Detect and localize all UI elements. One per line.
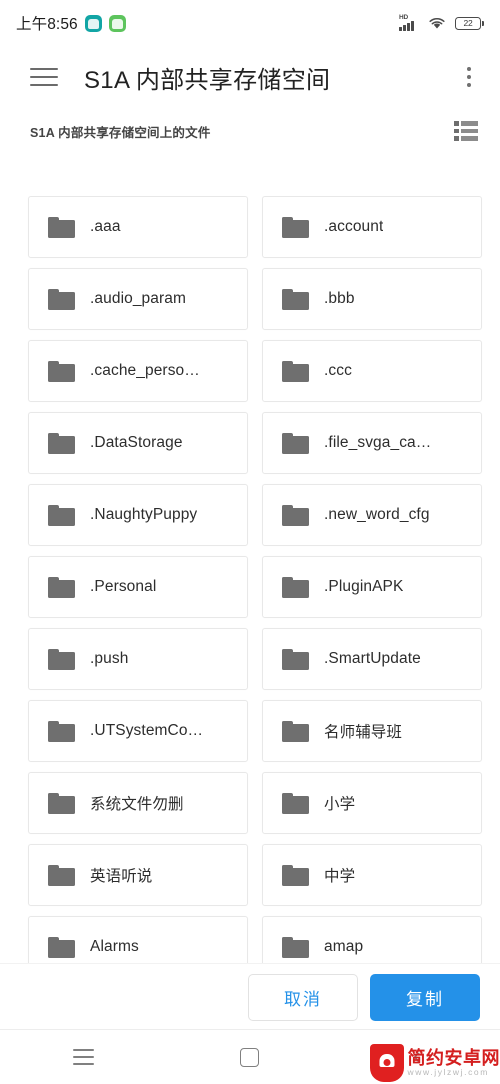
file-name: .ccc bbox=[324, 362, 352, 379]
status-bar-right: HD 22 bbox=[399, 13, 484, 31]
folder-icon bbox=[282, 864, 309, 886]
home-icon bbox=[240, 1047, 260, 1067]
file-name: 小学 bbox=[324, 796, 356, 813]
folder-icon bbox=[282, 576, 309, 598]
hamburger-menu-icon[interactable] bbox=[30, 66, 58, 88]
folder-icon bbox=[282, 504, 309, 526]
signal-hd-label: HD bbox=[399, 13, 408, 21]
folder-icon bbox=[48, 864, 75, 886]
app-bar: S1A 内部共享存储空间 bbox=[0, 46, 500, 108]
signal-bars bbox=[399, 20, 414, 31]
file-name: .cache_perso… bbox=[90, 362, 200, 379]
file-name: 名师辅导班 bbox=[324, 724, 403, 741]
file-name: .push bbox=[90, 650, 129, 667]
battery-cap bbox=[482, 20, 484, 26]
file-card[interactable]: .new_word_cfg bbox=[262, 484, 482, 546]
folder-icon bbox=[48, 936, 75, 958]
file-grid: .aaa .account .audio_param .bbb .cache_perso… bbox=[0, 196, 500, 963]
copy-button[interactable]: 复制 bbox=[370, 973, 480, 1021]
sub-header-title: S1A 内部共享存储空间上的文件 bbox=[30, 125, 211, 140]
status-bar-left: 上午8:56 bbox=[16, 12, 399, 34]
home-button[interactable] bbox=[167, 1030, 334, 1084]
folder-icon bbox=[282, 432, 309, 454]
folder-icon bbox=[282, 288, 309, 310]
file-card[interactable]: .SmartUpdate bbox=[262, 628, 482, 690]
file-name: .PluginAPK bbox=[324, 578, 404, 595]
file-card[interactable]: .bbb bbox=[262, 268, 482, 330]
folder-icon bbox=[282, 216, 309, 238]
folder-icon bbox=[48, 648, 75, 670]
file-card[interactable]: .DataStorage bbox=[28, 412, 248, 474]
file-card[interactable]: .cache_perso… bbox=[28, 340, 248, 402]
folder-icon bbox=[48, 288, 75, 310]
file-name: .aaa bbox=[90, 218, 121, 235]
file-card[interactable]: 名师辅导班 bbox=[262, 700, 482, 762]
file-card[interactable]: .ccc bbox=[262, 340, 482, 402]
file-name: .audio_param bbox=[90, 290, 186, 307]
wifi-icon bbox=[428, 16, 446, 30]
file-name: .new_word_cfg bbox=[324, 506, 430, 523]
back-icon: ‹ bbox=[412, 1043, 421, 1068]
file-grid-scroll-area[interactable]: .aaa .account .audio_param .bbb .cache_perso… bbox=[0, 196, 500, 963]
file-card[interactable]: .file_svga_ca… bbox=[262, 412, 482, 474]
folder-icon bbox=[48, 504, 75, 526]
cancel-button[interactable]: 取消 bbox=[248, 973, 358, 1021]
file-name: .file_svga_ca… bbox=[324, 434, 432, 451]
file-card[interactable]: 系统文件勿删 bbox=[28, 772, 248, 834]
battery-level: 22 bbox=[455, 16, 481, 30]
file-card[interactable]: .audio_param bbox=[28, 268, 248, 330]
folder-icon bbox=[48, 432, 75, 454]
file-name: 中学 bbox=[324, 868, 356, 885]
sub-header: S1A 内部共享存储空间上的文件 bbox=[0, 108, 500, 154]
file-card[interactable]: Alarms bbox=[28, 916, 248, 963]
folder-icon bbox=[48, 720, 75, 742]
file-name: .Personal bbox=[90, 578, 157, 595]
file-name: .UTSystemCo… bbox=[90, 722, 204, 739]
file-card[interactable]: .PluginAPK bbox=[262, 556, 482, 618]
file-name: 系统文件勿删 bbox=[90, 796, 184, 813]
signal-icon: HD bbox=[399, 13, 419, 31]
file-name: .DataStorage bbox=[90, 434, 183, 451]
battery-icon: 22 bbox=[455, 16, 484, 30]
back-button[interactable]: ‹ bbox=[333, 1030, 500, 1084]
folder-icon bbox=[48, 792, 75, 814]
file-card[interactable]: 中学 bbox=[262, 844, 482, 906]
file-card[interactable]: .NaughtyPuppy bbox=[28, 484, 248, 546]
file-card[interactable]: .Personal bbox=[28, 556, 248, 618]
file-card[interactable]: .push bbox=[28, 628, 248, 690]
page-title: S1A 内部共享存储空间 bbox=[84, 66, 331, 94]
folder-icon bbox=[282, 936, 309, 958]
action-bar: 取消 复制 bbox=[0, 963, 500, 1030]
folder-icon bbox=[282, 720, 309, 742]
status-bar: 上午8:56 HD 22 bbox=[0, 0, 500, 46]
folder-icon bbox=[48, 216, 75, 238]
folder-icon bbox=[282, 648, 309, 670]
folder-icon bbox=[48, 360, 75, 382]
list-view-icon[interactable] bbox=[454, 121, 478, 141]
recents-button[interactable] bbox=[0, 1030, 167, 1084]
file-card[interactable]: .account bbox=[262, 196, 482, 258]
app-icon-green bbox=[108, 14, 126, 32]
overflow-menu-icon[interactable] bbox=[458, 63, 480, 91]
file-card[interactable]: 小学 bbox=[262, 772, 482, 834]
folder-icon bbox=[48, 576, 75, 598]
system-navigation-bar: ‹ bbox=[0, 1029, 500, 1084]
file-name: amap bbox=[324, 938, 364, 955]
file-card[interactable]: .UTSystemCo… bbox=[28, 700, 248, 762]
folder-icon bbox=[282, 792, 309, 814]
file-name: .bbb bbox=[324, 290, 355, 307]
file-name: .account bbox=[324, 218, 384, 235]
file-name: 英语听说 bbox=[90, 868, 153, 885]
app-icon-teal bbox=[84, 14, 102, 32]
file-name: Alarms bbox=[90, 938, 139, 955]
file-name: .SmartUpdate bbox=[324, 650, 421, 667]
file-card[interactable]: amap bbox=[262, 916, 482, 963]
status-clock: 上午8:56 bbox=[16, 16, 78, 33]
file-name: .NaughtyPuppy bbox=[90, 506, 198, 523]
folder-icon bbox=[282, 360, 309, 382]
recents-icon bbox=[72, 1049, 94, 1065]
file-card[interactable]: .aaa bbox=[28, 196, 248, 258]
file-card[interactable]: 英语听说 bbox=[28, 844, 248, 906]
